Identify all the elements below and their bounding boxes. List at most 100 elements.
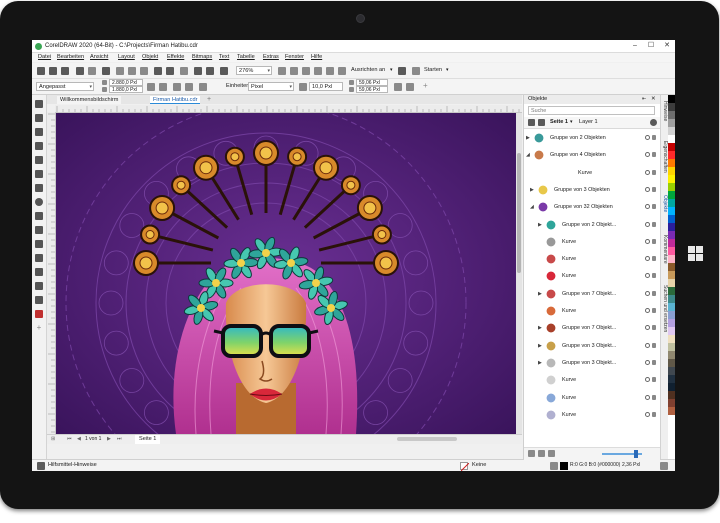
eye-icon[interactable] [645,135,650,140]
redo-icon[interactable] [166,67,174,75]
guidelines-icon[interactable] [314,67,322,75]
color-swatch[interactable] [668,199,675,207]
color-swatch[interactable] [668,287,675,295]
previous-page-icon[interactable]: ◀ [77,435,81,444]
objects-tree-row[interactable]: ▶ Gruppe von 3 Objekt... [524,338,660,355]
color-swatch[interactable] [668,239,675,247]
eye-icon[interactable] [645,152,650,158]
lock-icon[interactable] [652,152,656,158]
layer-selector[interactable]: Layer 1 [579,118,598,127]
menu-window[interactable]: Fenster [285,54,304,61]
lock-icon[interactable] [652,256,656,262]
color-swatch[interactable] [668,175,675,183]
ellipse-tool-icon[interactable] [35,198,43,206]
color-swatch[interactable] [668,271,675,279]
page-height-field[interactable]: 1.880,0 Pxl [109,86,143,93]
print-icon[interactable] [102,67,110,75]
slider-handle[interactable] [634,450,638,458]
color-swatch[interactable] [668,311,675,319]
outline-swatch[interactable] [560,462,568,470]
objects-tree-row[interactable]: ▶ Gruppe von 7 Objekt... [524,286,660,303]
menu-file[interactable]: Datei [38,54,51,61]
eye-icon[interactable] [645,221,650,227]
color-swatch[interactable] [668,143,675,151]
color-swatch[interactable] [668,407,675,415]
objects-tree-row[interactable]: ▶ Gruppe von 7 Objekt... [524,320,660,337]
snap-to-dropdown[interactable]: Ausrichten an [351,66,385,75]
objects-tree-row[interactable]: ▶ Gruppe von 2 Objekt... [524,217,660,234]
zoom-tool-icon[interactable] [35,142,43,150]
delete-icon[interactable] [548,450,555,457]
eye-icon[interactable] [645,256,650,262]
eye-icon[interactable] [645,359,650,365]
view-mode-icon[interactable] [326,67,334,75]
transparency-tool-icon[interactable] [35,282,43,290]
lock-icon[interactable] [652,308,656,313]
eye-icon[interactable] [645,377,650,383]
maximize-button[interactable]: ☐ [643,40,659,52]
portrait-icon[interactable] [147,83,155,91]
color-swatch[interactable] [668,391,675,399]
objects-tree-row[interactable]: ▶ Gruppe von 3 Objekt... [524,355,660,372]
new-document-icon[interactable] [37,67,45,75]
page-layout-icon[interactable] [199,83,207,91]
lock-icon[interactable] [652,186,656,192]
cloud-icon[interactable] [76,67,84,75]
polygon-tool-icon[interactable] [35,212,43,220]
close-button[interactable]: ✕ [659,40,675,52]
all-pages-icon[interactable] [173,83,181,91]
color-swatch[interactable] [668,319,675,327]
color-swatch[interactable] [668,335,675,343]
new-layer-icon[interactable] [528,450,535,457]
duplicate-y-field[interactable]: 59,06 Pxl [356,86,388,93]
artistic-media-tool-icon[interactable] [35,170,43,178]
page-icon[interactable] [528,119,535,126]
color-swatch[interactable] [668,223,675,231]
eye-icon[interactable] [645,238,650,244]
copy-icon[interactable] [128,67,136,75]
color-swatch[interactable] [668,359,675,367]
text-tool-icon[interactable] [35,226,43,234]
lock-icon[interactable] [652,135,656,140]
expand-toggle-icon[interactable]: ▶ [538,360,542,366]
lock-icon[interactable] [652,325,656,331]
menu-effects[interactable]: Effekte [167,54,184,61]
save-icon[interactable] [61,67,69,75]
eye-icon[interactable] [645,342,650,348]
color-swatch[interactable] [668,383,675,391]
add-icon[interactable]: + [423,81,428,90]
color-swatch[interactable] [668,119,675,127]
color-swatch[interactable] [668,191,675,199]
fill-swatch-icon[interactable] [460,462,470,471]
rulers-icon[interactable] [290,67,298,75]
home-icon[interactable] [51,96,55,104]
vertical-scrollbar[interactable] [516,113,522,434]
color-proof-icon[interactable] [660,462,668,470]
color-swatch[interactable] [668,367,675,375]
menu-view[interactable]: Ansicht [90,54,108,61]
color-swatch[interactable] [668,247,675,255]
expand-toggle-icon[interactable]: ▶ [538,291,542,297]
full-screen-icon[interactable] [278,67,286,75]
interactive-fill-tool-icon[interactable] [35,310,43,318]
lock-icon[interactable] [652,204,656,210]
color-swatch[interactable] [668,183,675,191]
color-swatch[interactable] [668,151,675,159]
gear-icon[interactable] [650,119,657,126]
objects-tree-row[interactable]: Kurve [524,407,660,424]
menu-table[interactable]: Tabelle [237,54,255,61]
pick-tool-icon[interactable] [35,100,43,108]
last-page-icon[interactable]: ⏭ [117,435,122,444]
eye-icon[interactable] [645,186,650,192]
lock-icon[interactable] [652,169,656,175]
gear-icon[interactable] [398,67,406,75]
color-swatch[interactable] [668,127,675,135]
page-tab[interactable]: Seite 1 [135,435,161,444]
color-swatch[interactable] [668,295,675,303]
eyedropper-tool-icon[interactable] [35,296,43,304]
next-page-icon[interactable]: ▶ [107,435,111,444]
objects-tree-row[interactable]: Kurve [524,251,660,268]
menu-help[interactable]: Hilfe [311,54,322,61]
menu-layout[interactable]: Layout [118,54,135,61]
eye-icon[interactable] [645,411,650,417]
